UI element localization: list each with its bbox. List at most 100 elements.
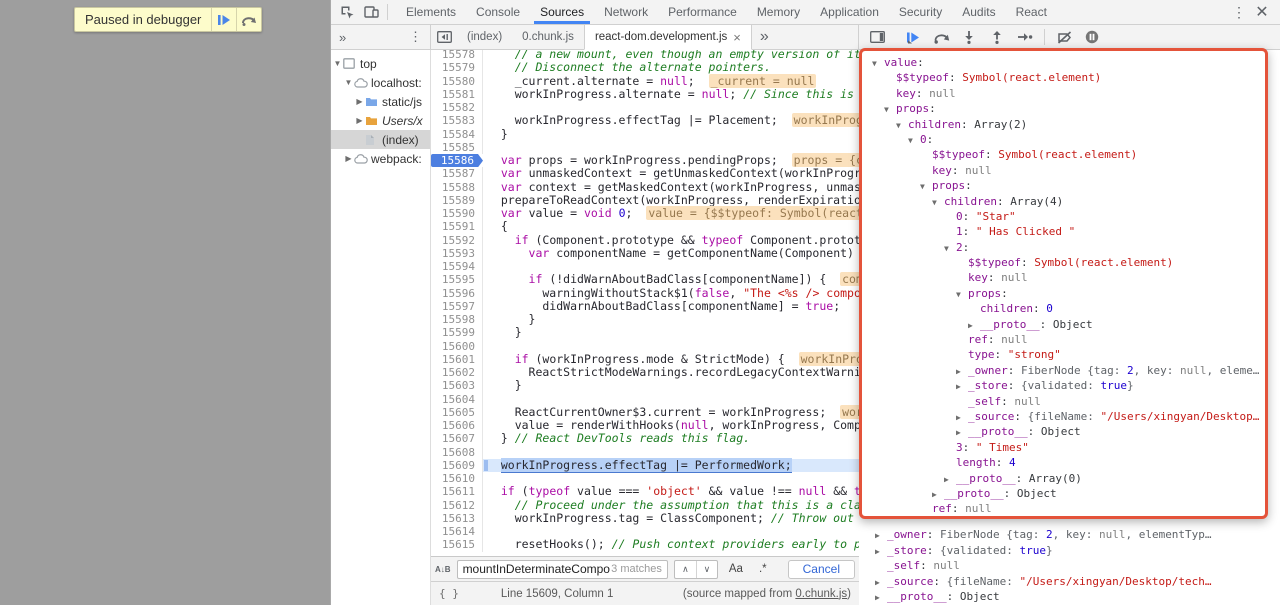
- search-next-button[interactable]: ∨: [696, 561, 717, 578]
- main-tab-sources[interactable]: Sources: [530, 0, 594, 24]
- line-number[interactable]: 15591: [431, 220, 483, 233]
- step-over-button[interactable]: [236, 8, 261, 31]
- object-tree-row-expandable[interactable]: ▶_owner: FiberNode {tag: 2, key: null, e…: [866, 363, 1263, 378]
- navigator-collapse-chevron[interactable]: »: [339, 30, 346, 45]
- expand-arrow-icon[interactable]: ▼: [908, 132, 920, 147]
- line-number[interactable]: 15603: [431, 379, 483, 392]
- line-number[interactable]: 15582: [431, 101, 483, 114]
- main-tab-react[interactable]: React: [1006, 0, 1057, 24]
- pretty-print-button[interactable]: { }: [439, 587, 459, 600]
- main-tab-application[interactable]: Application: [810, 0, 889, 24]
- line-number[interactable]: 15596: [431, 287, 483, 300]
- line-number[interactable]: 15587: [431, 167, 483, 180]
- tree-item-staticjs[interactable]: ▶static/js: [331, 92, 430, 111]
- object-tree-row-expandable[interactable]: ▶__proto__: Object: [859, 589, 1280, 605]
- line-number[interactable]: 15589: [431, 194, 483, 207]
- expand-arrow-icon[interactable]: ▶: [875, 527, 887, 543]
- line-number[interactable]: 15610: [431, 472, 483, 485]
- line-number[interactable]: 15606: [431, 419, 483, 432]
- line-number[interactable]: 15615: [431, 538, 483, 551]
- object-tree-row-expandable[interactable]: ▶_owner: FiberNode {tag: 2, key: null, e…: [859, 527, 1280, 543]
- line-number[interactable]: 15597: [431, 300, 483, 313]
- main-tab-security[interactable]: Security: [889, 0, 952, 24]
- tree-item-usersx[interactable]: ▶Users/x: [331, 111, 430, 130]
- toggle-device-toolbar-button[interactable]: [359, 3, 383, 21]
- resume-script-button[interactable]: [211, 8, 236, 31]
- object-tree-row-expandable[interactable]: ▼value:: [866, 55, 1263, 70]
- line-number[interactable]: 15599: [431, 326, 483, 339]
- deactivate-breakpoints-button[interactable]: [1052, 27, 1076, 47]
- find-replace-toggle-button[interactable]: A↓B: [435, 560, 451, 578]
- line-number[interactable]: 15613: [431, 512, 483, 525]
- resume-execution-button[interactable]: [901, 27, 925, 47]
- inspect-element-button[interactable]: [335, 3, 359, 21]
- line-number[interactable]: 15583: [431, 114, 483, 127]
- expand-arrow-icon[interactable]: ▶: [956, 409, 968, 424]
- expand-arrow-icon[interactable]: ▼: [884, 101, 896, 116]
- object-tree-row-expandable[interactable]: ▶_source: {fileName: "/Users/xingyan/Des…: [866, 409, 1263, 424]
- pause-on-exceptions-button[interactable]: [1080, 27, 1104, 47]
- expand-arrow-icon[interactable]: ▶: [875, 543, 887, 559]
- tree-item-index[interactable]: (index): [331, 130, 430, 149]
- line-number[interactable]: 15612: [431, 499, 483, 512]
- line-number[interactable]: 15593: [431, 247, 483, 260]
- line-number[interactable]: 15611: [431, 485, 483, 498]
- line-number[interactable]: 15595: [431, 273, 483, 286]
- step-out-button[interactable]: [985, 27, 1009, 47]
- expand-arrow-icon[interactable]: ▶: [344, 154, 353, 163]
- expand-arrow-icon[interactable]: ▶: [944, 471, 956, 486]
- expand-arrow-icon[interactable]: ▶: [355, 116, 364, 125]
- object-tree-row-expandable[interactable]: ▶__proto__: Object: [866, 424, 1263, 439]
- toggle-navigator-button[interactable]: [431, 25, 457, 49]
- main-tab-console[interactable]: Console: [466, 0, 530, 24]
- line-number[interactable]: 15580: [431, 75, 483, 88]
- line-number[interactable]: 15579: [431, 61, 483, 74]
- expand-arrow-icon[interactable]: ▼: [896, 117, 908, 132]
- object-tree-row-expandable[interactable]: ▶__proto__: Object: [866, 486, 1263, 501]
- navigator-menu-button[interactable]: ⋮: [409, 29, 422, 45]
- devtools-menu-button[interactable]: ⋮: [1228, 4, 1250, 21]
- expand-arrow-icon[interactable]: ▼: [872, 55, 884, 70]
- expand-arrow-icon[interactable]: ▶: [932, 486, 944, 501]
- expand-arrow-icon[interactable]: ▶: [956, 424, 968, 439]
- expand-arrow-icon[interactable]: ▶: [956, 378, 968, 393]
- file-tab[interactable]: react-dom.development.js×: [584, 25, 752, 50]
- step-into-button[interactable]: [957, 27, 981, 47]
- object-tree-row-expandable[interactable]: ▶__proto__: Object: [866, 317, 1263, 332]
- toggle-debugger-sidebar-button[interactable]: [865, 27, 889, 47]
- object-tree-row-expandable[interactable]: ▶__proto__: Array(0): [866, 471, 1263, 486]
- devtools-close-button[interactable]: ✕: [1250, 2, 1274, 22]
- expand-arrow-icon[interactable]: ▶: [956, 363, 968, 378]
- object-tree-row-expandable[interactable]: ▼0:: [866, 132, 1263, 147]
- line-number[interactable]: 15578: [431, 50, 483, 61]
- match-case-toggle[interactable]: Aa: [724, 563, 748, 575]
- source-mapped-link[interactable]: 0.chunk.js: [795, 588, 847, 600]
- expand-arrow-icon[interactable]: ▶: [968, 317, 980, 332]
- file-tab-close-icon[interactable]: ×: [733, 30, 741, 45]
- line-number[interactable]: 15601: [431, 353, 483, 366]
- search-cancel-button[interactable]: Cancel: [788, 560, 855, 579]
- line-number[interactable]: 15604: [431, 393, 483, 406]
- object-tree-row-expandable[interactable]: ▼props:: [866, 286, 1263, 301]
- object-tree-row-expandable[interactable]: ▼props:: [866, 101, 1263, 116]
- expand-arrow-icon[interactable]: ▼: [956, 286, 968, 301]
- line-number[interactable]: 15598: [431, 313, 483, 326]
- object-tree-row-expandable[interactable]: ▶_source: {fileName: "/Users/xingyan/Des…: [859, 574, 1280, 590]
- object-tree-row-expandable[interactable]: ▼2:: [866, 240, 1263, 255]
- line-number[interactable]: 15614: [431, 525, 483, 538]
- file-tab[interactable]: 0.chunk.js: [512, 25, 584, 49]
- step-over-button-toolbar[interactable]: [929, 27, 953, 47]
- object-tree-row-expandable[interactable]: ▼props:: [866, 178, 1263, 193]
- expand-arrow-icon[interactable]: ▶: [875, 574, 887, 590]
- regex-toggle[interactable]: .*: [754, 563, 772, 575]
- step-button[interactable]: [1013, 27, 1037, 47]
- line-number[interactable]: 15585: [431, 141, 483, 154]
- line-number[interactable]: 15600: [431, 340, 483, 353]
- object-tree-row-expandable[interactable]: ▼children: Array(2): [866, 117, 1263, 132]
- line-number[interactable]: 15590: [431, 207, 483, 220]
- expand-arrow-icon[interactable]: ▼: [944, 240, 956, 255]
- search-previous-button[interactable]: ∧: [675, 561, 696, 578]
- breakpoint-line-number[interactable]: 15586: [431, 154, 483, 167]
- line-number[interactable]: 15602: [431, 366, 483, 379]
- line-number[interactable]: 15581: [431, 88, 483, 101]
